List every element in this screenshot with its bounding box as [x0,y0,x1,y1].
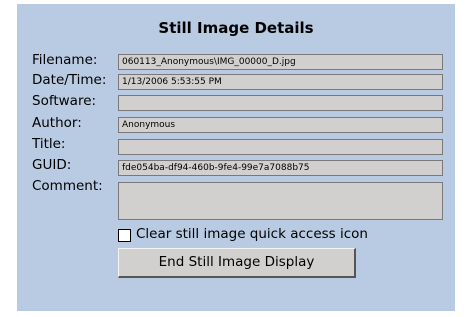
filename-label: Filename: [32,52,98,68]
datetime-label: Date/Time: [32,72,107,88]
clear-icon-checkbox-label[interactable]: Clear still image quick access icon [136,226,368,242]
dialog-title: Still Image Details [158,19,314,37]
software-field[interactable] [118,95,443,111]
comment-field[interactable] [118,182,443,220]
title-label: Title: [32,136,66,152]
clear-icon-checkbox[interactable] [118,229,131,242]
guid-field[interactable]: fde054ba-df94-460b-9fe4-99e7a7088b75 [118,160,443,176]
end-still-image-display-button[interactable]: End Still Image Display [118,248,356,278]
author-field[interactable]: Anonymous [118,117,443,133]
filename-field[interactable]: 060113_Anonymous\IMG_00000_D.jpg [118,54,443,70]
datetime-field[interactable]: 1/13/2006 5:53:55 PM [118,74,443,90]
still-image-details-panel: Still Image Details Filename: 060113_Ano… [17,4,455,311]
comment-label: Comment: [32,178,103,194]
author-label: Author: [32,115,82,131]
software-label: Software: [32,93,97,109]
guid-label: GUID: [32,157,72,173]
title-field[interactable] [118,139,443,155]
